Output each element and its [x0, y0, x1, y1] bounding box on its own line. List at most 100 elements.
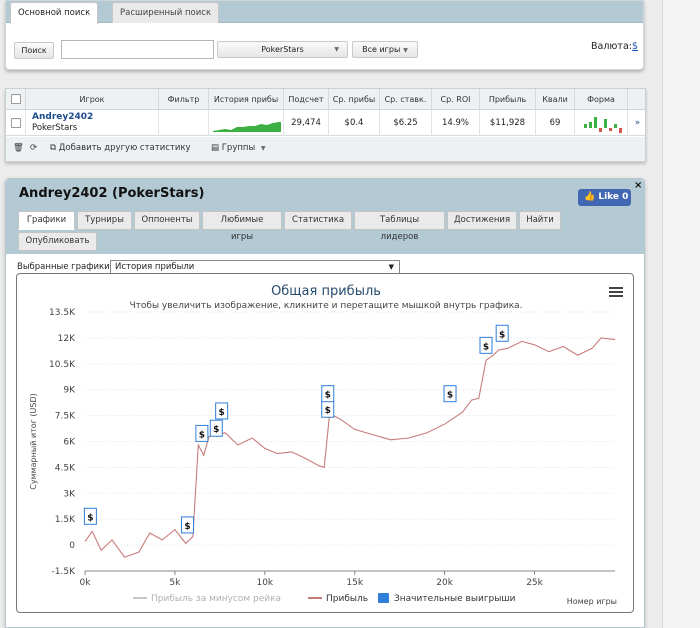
chevron-down-icon: ▼	[403, 47, 408, 54]
table-row[interactable]: 29,474 $0.4 $6.25 14.9% $11,928 69 »	[6, 110, 645, 136]
search-panel: Основной поиск Расширенный поиск Поиск P…	[5, 0, 644, 70]
big-win-marker-label: $	[447, 391, 453, 401]
sparkline-area	[213, 122, 281, 132]
tab-opponents[interactable]: Оппоненты	[134, 211, 200, 230]
y-tick-label: 0	[69, 541, 75, 551]
tab-tournaments[interactable]: Турниры	[77, 211, 132, 230]
tab-publish[interactable]: Опубликовать	[18, 232, 97, 251]
like-label: Like 0	[598, 192, 629, 202]
select-all-checkbox[interactable]	[11, 94, 21, 104]
player-name-link[interactable]: Andrey2402	[32, 112, 93, 122]
window-icon: ⧉	[50, 143, 57, 153]
profit-sparkline	[213, 122, 281, 132]
menu-icon	[609, 287, 623, 289]
chart-subtitle: Чтобы увеличить изображение, кликните и …	[129, 301, 522, 311]
x-tick-label: 20k	[436, 578, 453, 588]
games-select-value: Все игры	[362, 45, 401, 54]
currency-link[interactable]: $	[632, 41, 638, 52]
tab-leaderboards[interactable]: Таблицы лидеров	[354, 211, 445, 242]
groups-button[interactable]: ▤ Группы ▼	[211, 143, 266, 153]
player-panel-header: Andrey2402 (PokerStars) 👍 Like 0 × Графи…	[6, 179, 644, 254]
header-avg-roi[interactable]: Ср. ROI	[432, 89, 480, 110]
close-icon[interactable]: ×	[634, 180, 642, 191]
form-bar	[614, 124, 617, 128]
chart-title: Общая прибыль	[271, 284, 381, 299]
x-tick-label: 5k	[169, 578, 181, 588]
player-panel: Andrey2402 (PokerStars) 👍 Like 0 × Графи…	[5, 178, 645, 628]
qualification-cell: 69	[536, 110, 575, 136]
header-count[interactable]: Подсчет	[284, 89, 329, 110]
series-line-profit	[84, 337, 616, 558]
page-scrollbar[interactable]	[662, 0, 700, 628]
tab-achievements[interactable]: Достижения	[447, 211, 517, 230]
header-player[interactable]: Игрок	[26, 89, 159, 110]
tab-favorite-games[interactable]: Любимые игры	[202, 211, 282, 242]
tab-graphs[interactable]: Графики	[18, 211, 75, 230]
groups-label: Группы	[221, 143, 256, 153]
form-bar	[594, 117, 597, 128]
search-input[interactable]	[61, 40, 214, 59]
table-header: Игрок Фильтр История прибы Подсчет Ср. п…	[6, 89, 645, 110]
tab-find[interactable]: Найти	[519, 211, 561, 230]
avg-profit-cell: $0.4	[329, 110, 380, 136]
header-extra	[628, 89, 647, 110]
header-filter[interactable]: Фильтр	[159, 89, 209, 110]
currency-label: Валюта:	[591, 41, 632, 52]
avg-roi-cell: 14.9%	[432, 110, 480, 136]
big-win-marker-label: $	[499, 330, 505, 340]
header-avg-stake[interactable]: Ср. ставк.	[380, 89, 432, 110]
form-cell	[575, 110, 628, 136]
refresh-icon[interactable]: ⟳	[30, 143, 37, 153]
y-tick-label: 6K	[63, 438, 76, 448]
y-tick-label: 3K	[63, 489, 76, 499]
header-profit-history[interactable]: История прибы	[209, 89, 284, 110]
x-axis-label: Номер игры	[567, 597, 617, 606]
profit-chart-svg[interactable]: Общая прибыль Чтобы увеличить изображение…	[17, 274, 634, 613]
form-bar	[599, 128, 602, 132]
menu-icon	[609, 291, 623, 293]
panel-title: Andrey2402 (PokerStars)	[19, 186, 205, 201]
player-site: PokerStars	[32, 123, 78, 133]
header-qualification[interactable]: Квали	[536, 89, 575, 110]
graph-select-value: История прибыли	[115, 262, 195, 272]
chevron-down-icon: ▼	[260, 145, 266, 152]
add-stats-button[interactable]: ⧉ Добавить другую статистику	[50, 143, 191, 153]
y-axis-label: Суммарный итог (USD)	[29, 393, 38, 490]
chevron-down-icon: ▼	[334, 46, 339, 53]
y-tick-label: 12K	[58, 334, 76, 344]
y-tick-label: 1.5K	[55, 515, 76, 525]
row-link[interactable]: »	[628, 110, 647, 136]
facebook-like-button[interactable]: 👍 Like 0	[578, 189, 631, 206]
x-tick-label: 10k	[256, 578, 273, 588]
site-select[interactable]: PokerStars ▼	[217, 41, 348, 58]
big-win-marker-label: $	[325, 391, 331, 401]
header-profit[interactable]: Прибыль	[480, 89, 536, 110]
y-tick-label: 13.5K	[49, 308, 76, 318]
tab-advanced-search[interactable]: Расширенный поиск	[112, 2, 220, 23]
tab-statistics[interactable]: Статистика	[284, 211, 352, 230]
currency-selector: Валюта:$	[591, 41, 638, 52]
big-win-marker-label: $	[87, 513, 93, 523]
legend-swatch-big-wins	[378, 593, 389, 603]
tab-basic-search[interactable]: Основной поиск	[10, 2, 99, 24]
avg-stake-cell: $6.25	[380, 110, 432, 136]
x-tick-label: 15k	[346, 578, 363, 588]
x-tick-label: 0k	[80, 578, 92, 588]
header-avg-profit[interactable]: Ср. прибы	[329, 89, 380, 110]
filter-cell	[159, 110, 209, 136]
row-checkbox[interactable]	[11, 118, 21, 128]
y-tick-label: 7.5K	[55, 412, 76, 422]
graph-select[interactable]: История прибыли ▼	[110, 260, 400, 274]
big-win-marker-label: $	[219, 408, 225, 418]
form-bars	[584, 117, 622, 133]
games-select[interactable]: Все игры ▼	[352, 41, 418, 58]
header-form[interactable]: Форма	[575, 89, 628, 110]
search-button[interactable]: Поиск	[14, 42, 54, 59]
header-select-cell	[6, 89, 26, 110]
profit-chart: Общая прибыль Чтобы увеличить изображение…	[16, 273, 634, 613]
big-win-marker-label: $	[483, 342, 489, 352]
legend-label-profit: Прибыль	[326, 594, 368, 604]
trash-icon[interactable]: 🗑	[13, 143, 24, 153]
search-tab-bar: Основной поиск Расширенный поиск	[6, 1, 643, 24]
y-tick-label: 10.5K	[49, 360, 76, 370]
